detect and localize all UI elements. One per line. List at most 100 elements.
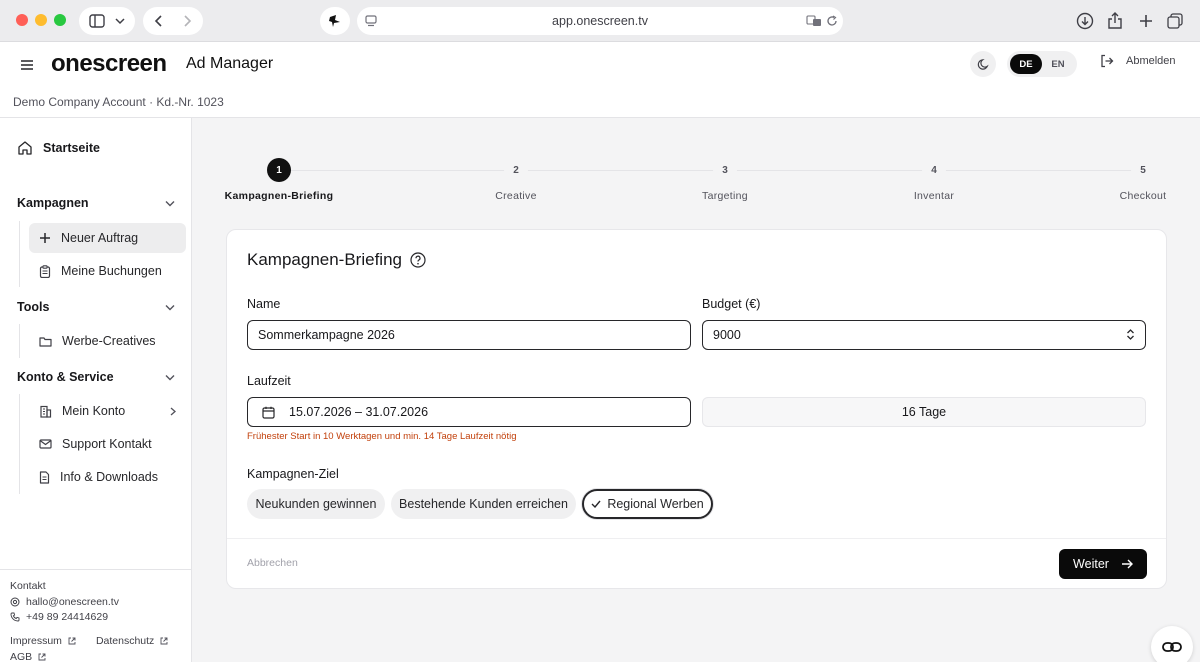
name-label: Name [247,297,281,311]
section-account-service[interactable]: Konto & Service [17,370,175,384]
new-tab-icon[interactable] [1136,11,1156,31]
sub-list-tools: Werbe-Creatives [19,324,156,358]
step-checkout[interactable]: 5 Checkout [1110,158,1176,202]
agb-link[interactable]: AGB [10,651,168,662]
sidebar-item-label: Neuer Auftrag [61,231,139,245]
contact-block: Kontakt hallo@onescreen.tv +49 89 244146… [10,580,119,623]
goal-regional[interactable]: Regional Werben [582,489,713,519]
back-icon[interactable] [154,14,164,28]
sidebar-item-my-account[interactable]: Mein Konto [29,396,186,426]
app-header: onescreen Ad Manager DE EN Abmelden [0,42,1200,88]
sidebar-item-label: Werbe-Creatives [62,334,156,348]
budget-input[interactable]: 9000 [702,320,1146,350]
sidebar-item-new-order[interactable]: Neuer Auftrag [29,223,186,253]
goal-existing-customers[interactable]: Bestehende Kunden erreichen [391,489,576,519]
maximize-window-button[interactable] [54,14,66,26]
logout-label: Abmelden [1126,55,1176,67]
external-link-icon [38,653,46,661]
building-icon [40,405,52,418]
downloads-icon[interactable] [1075,11,1095,31]
clipboard-icon [39,264,51,278]
impressum-label: Impressum [10,635,62,647]
runtime-hint: Frühester Start in 10 Werktagen und min.… [247,431,517,442]
logout-icon [1101,54,1114,68]
step-creative[interactable]: 2 Creative [476,158,556,202]
at-icon [10,597,20,607]
address-bar[interactable]: app.onescreen.tv [357,7,843,35]
check-icon [591,500,601,508]
runtime-value: 15.07.2026 – 31.07.2026 [289,405,429,419]
external-link-icon [160,637,168,645]
step-inventory[interactable]: 4 Inventar [894,158,974,202]
agb-label: AGB [10,651,33,662]
sidebar-item-support[interactable]: Support Kontakt [29,429,186,459]
next-button[interactable]: Weiter [1059,549,1147,579]
contact-email-row[interactable]: hallo@onescreen.tv [10,596,119,608]
name-input[interactable]: Sommerkampagne 2026 [247,320,691,350]
home-icon [18,141,32,155]
step-number: 2 [504,158,528,182]
briefing-card: Kampagnen-Briefing Name Sommerkampagne 2… [226,229,1167,589]
sidebar-item-home[interactable]: Startseite [17,140,100,156]
sidebar-item-bookings[interactable]: Meine Buchungen [29,256,186,286]
sub-list-account: Mein Konto Support Kontakt Info & Downlo… [19,394,176,494]
share-icon[interactable] [1105,11,1125,31]
runtime-days: 16 Tage [702,397,1146,427]
contact-title: Kontakt [10,580,46,592]
mail-icon [39,439,52,449]
step-briefing[interactable]: 1 Kampagnen-Briefing [223,158,335,202]
step-number: 3 [713,158,737,182]
chevron-down-icon [165,200,175,206]
step-label: Inventar [913,190,955,202]
minimize-window-button[interactable] [35,14,47,26]
datenschutz-link[interactable]: Datenschutz [96,635,168,647]
runtime-date-picker[interactable]: 15.07.2026 – 31.07.2026 [247,397,691,427]
sidebar-item-creatives[interactable]: Werbe-Creatives [29,326,186,356]
chip-label: Regional Werben [607,497,704,511]
card-title: Kampagnen-Briefing [247,250,426,270]
contact-email: hallo@onescreen.tv [26,596,119,608]
help-icon[interactable] [410,252,426,268]
section-kampagnen[interactable]: Kampagnen [17,196,175,210]
folder-icon [39,336,52,347]
forward-icon[interactable] [182,14,192,28]
logout-button[interactable]: Abmelden [1100,54,1176,68]
brand-logo[interactable]: onescreen [51,50,167,78]
contact-phone-row[interactable]: +49 89 24414629 [10,611,119,623]
site-favicon-icon [329,15,340,27]
moon-icon [977,58,989,70]
translate-icon[interactable] [806,15,822,27]
step-targeting[interactable]: 3 Targeting [685,158,765,202]
site-favicon-button[interactable] [320,7,350,35]
phone-icon [10,612,20,622]
stepper-arrows-icon[interactable] [1126,328,1135,341]
sidebar-icon [89,14,105,28]
chevron-right-icon [170,407,176,416]
step-number: 4 [922,158,946,182]
sidebar-divider [0,569,191,570]
history-nav [143,7,203,35]
account-bar: Demo Company Account · Kd.-Nr. 1023 [0,88,1200,118]
lang-en-button[interactable]: EN [1042,54,1074,74]
section-tools[interactable]: Tools [17,300,175,314]
card-title-text: Kampagnen-Briefing [247,250,402,269]
language-toggle: DE EN [1007,51,1077,77]
step-label: Kampagnen-Briefing [224,190,334,202]
reload-icon[interactable] [826,15,838,27]
lang-de-button[interactable]: DE [1010,54,1042,74]
goal-new-customers[interactable]: Neukunden gewinnen [247,489,385,519]
legal-links: Impressum Datenschutz AGB [10,635,168,662]
external-link-icon [68,637,76,645]
chat-widget-button[interactable] [1151,626,1193,662]
section-title: Tools [17,300,50,314]
close-window-button[interactable] [16,14,28,26]
menu-icon[interactable] [19,57,35,73]
theme-toggle-button[interactable] [970,51,996,77]
cancel-button[interactable]: Abbrechen [247,557,298,569]
impressum-link[interactable]: Impressum [10,635,76,647]
section-title: Kampagnen [17,196,89,210]
url-text: app.onescreen.tv [552,14,648,28]
tab-overview-icon[interactable] [1165,11,1185,31]
sidebar-item-info-downloads[interactable]: Info & Downloads [29,462,186,492]
sidebar-toggle-button[interactable] [79,7,135,35]
